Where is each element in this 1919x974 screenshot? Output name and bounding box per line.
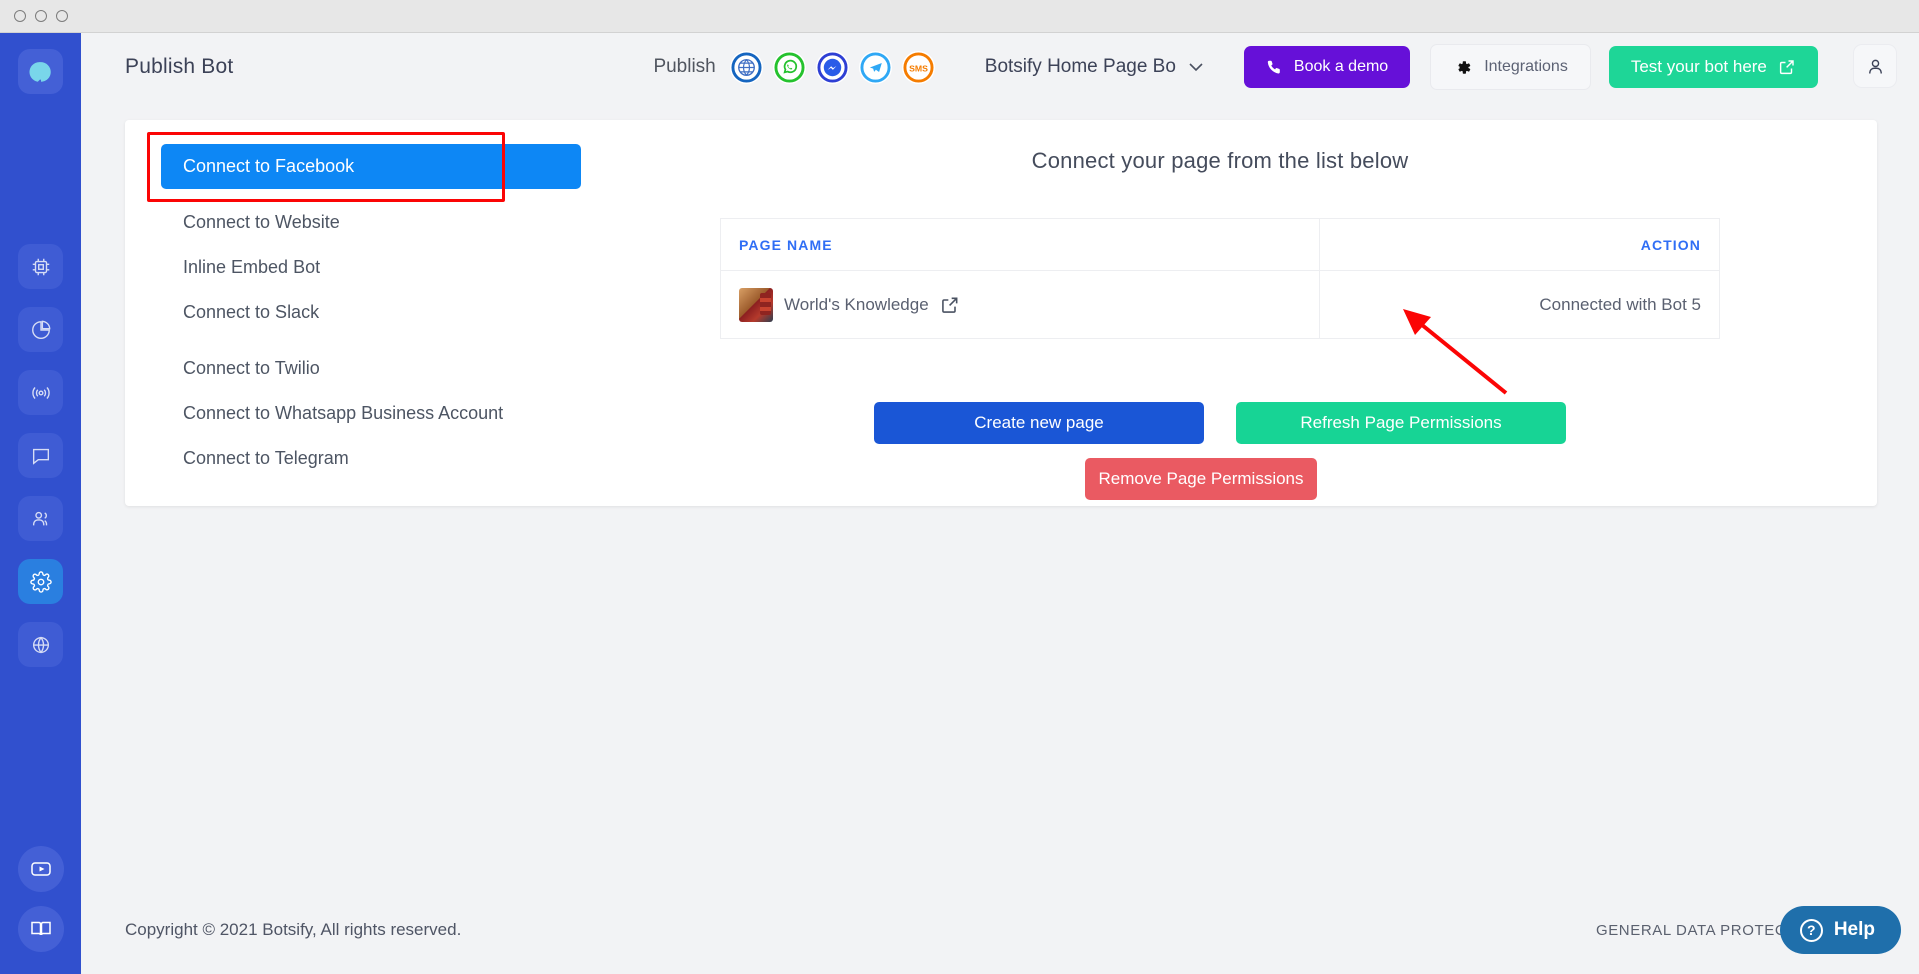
- test-bot-label: Test your bot here: [1630, 57, 1767, 76]
- web-channel-icon[interactable]: [729, 50, 763, 84]
- table-header-row: PAGE NAME ACTION: [719, 218, 1720, 271]
- menu-item-label: Inline Embed Bot: [183, 257, 321, 277]
- chevron-down-icon: [1188, 60, 1204, 75]
- table-row: World's Knowledge Connected with Bot 5: [719, 270, 1720, 339]
- window-close-button[interactable]: [14, 10, 26, 22]
- sidebar-bottom-group: [0, 846, 81, 952]
- menu-item-label: Connect to Telegram: [183, 448, 349, 468]
- chat-bubble-icon: [32, 448, 49, 465]
- book-icon: [30, 921, 51, 936]
- create-new-page-button[interactable]: Create new page: [874, 402, 1204, 444]
- menu-item-connect-to-twilio[interactable]: Connect to Twilio: [161, 346, 581, 391]
- bot-selector-dropdown[interactable]: Botsify Home Page Bo: [985, 56, 1204, 78]
- sidebar-item-users[interactable]: [18, 496, 63, 541]
- table-body: World's Knowledge Connected with Bot 5: [719, 270, 1720, 339]
- help-label: Help: [1833, 919, 1875, 940]
- window-minimize-button[interactable]: [35, 10, 47, 22]
- sms-channel-icon[interactable]: SMS: [901, 50, 935, 84]
- avatar: [739, 287, 773, 322]
- integrations-label: Integrations: [1484, 58, 1568, 75]
- external-link-icon[interactable]: [940, 295, 960, 315]
- footer: Copyright © 2021 Botsify, All rights res…: [81, 886, 1919, 974]
- integrations-button[interactable]: Integrations: [1430, 44, 1591, 90]
- menu-item-connect-to-website[interactable]: Connect to Website: [161, 200, 581, 245]
- menu-item-label: Connect to Whatsapp Business Account: [183, 403, 504, 423]
- chat-drop-logo-icon: [28, 61, 51, 82]
- cell-page-name: World's Knowledge: [719, 270, 1321, 339]
- panel-heading: Connect your page from the list below: [1031, 148, 1409, 173]
- external-link-icon: [1779, 60, 1794, 75]
- test-bot-button[interactable]: Test your bot here: [1608, 46, 1818, 88]
- copyright-text: Copyright © 2021 Botsify, All rights res…: [125, 920, 462, 939]
- channel-menu: Connect to Facebook Connect to Website I…: [147, 132, 581, 481]
- menu-item-connect-to-telegram[interactable]: Connect to Telegram: [161, 436, 581, 481]
- sidebar-item-translations[interactable]: [18, 622, 63, 667]
- gear-icon: [1458, 60, 1471, 74]
- app-logo[interactable]: [18, 49, 63, 94]
- phone-icon: [1267, 60, 1280, 73]
- globe-icon: [32, 636, 49, 653]
- broadcast-icon: [31, 386, 50, 399]
- user-icon: [1868, 59, 1882, 73]
- main-content-area: Connect to Facebook Connect to Website I…: [81, 101, 1919, 974]
- sidebar-item-docs[interactable]: [17, 906, 64, 952]
- pie-chart-icon: [31, 320, 50, 339]
- sidebar-item-bot-builder[interactable]: [18, 244, 63, 289]
- cell-action: Connected with Bot 5: [1319, 270, 1720, 339]
- book-demo-label: Book a demo: [1293, 58, 1389, 75]
- table-header: PAGE NAME ACTION: [719, 218, 1720, 271]
- messenger-channel-icon[interactable]: [815, 50, 849, 84]
- menu-item-connect-to-slack[interactable]: Connect to Slack: [161, 290, 581, 335]
- users-icon: [32, 511, 47, 525]
- book-demo-button[interactable]: Book a demo: [1243, 46, 1411, 88]
- profile-button[interactable]: [1853, 44, 1897, 88]
- window-controls: [14, 10, 68, 22]
- video-play-icon: [30, 862, 51, 876]
- sidebar-item-analytics[interactable]: [18, 307, 63, 352]
- sidebar-item-broadcast[interactable]: [18, 370, 63, 415]
- remove-page-permissions-button[interactable]: Remove Page Permissions: [1085, 458, 1317, 500]
- publish-channels-group: Publish SMS: [653, 50, 935, 84]
- sidebar-item-settings[interactable]: [18, 559, 63, 604]
- page-name-label: World's Knowledge: [784, 294, 929, 314]
- refresh-page-permissions-button[interactable]: Refresh Page Permissions: [1236, 402, 1566, 444]
- menu-item-label: Connect to Facebook: [183, 156, 355, 176]
- menu-item-label: Connect to Website: [183, 212, 340, 232]
- menu-item-connect-to-facebook[interactable]: Connect to Facebook: [147, 132, 581, 202]
- pages-table: PAGE NAME ACTION World's Knowledge Conne…: [719, 218, 1720, 339]
- menu-item-connect-to-whatsapp-business-account[interactable]: Connect to Whatsapp Business Account: [161, 391, 581, 436]
- publish-label: Publish: [653, 56, 716, 77]
- menu-item-inline-embed-bot[interactable]: Inline Embed Bot: [161, 245, 581, 290]
- help-button[interactable]: ? Help: [1779, 906, 1901, 954]
- top-header-bar: Publish Bot Publish SMS Botsify Home Pag…: [81, 33, 1919, 101]
- menu-item-label: Connect to Twilio: [183, 358, 320, 378]
- window-titlebar: [0, 0, 1919, 33]
- page-title: Publish Bot: [125, 55, 234, 78]
- window-maximize-button[interactable]: [56, 10, 68, 22]
- telegram-channel-icon[interactable]: [858, 50, 892, 84]
- sidebar-item-tutorials[interactable]: [17, 846, 64, 892]
- page-action-buttons: Create new page Refresh Page Permissions: [595, 402, 1845, 444]
- question-circle-icon: ?: [1799, 918, 1823, 942]
- page-name-group: World's Knowledge: [739, 287, 1301, 322]
- pages-panel: Connect your page from the list below PA…: [595, 148, 1845, 339]
- gear-icon: [29, 570, 52, 593]
- sidebar-item-livechat[interactable]: [18, 433, 63, 478]
- whatsapp-channel-icon[interactable]: [772, 50, 806, 84]
- column-header-action: ACTION: [1319, 218, 1720, 271]
- column-header-page-name: PAGE NAME: [719, 218, 1321, 271]
- bot-selector-value: Botsify Home Page Bo: [984, 56, 1176, 77]
- cpu-chip-icon: [32, 258, 49, 275]
- left-sidebar: [0, 33, 81, 974]
- publish-card: Connect to Facebook Connect to Website I…: [125, 120, 1877, 506]
- menu-item-label: Connect to Slack: [183, 302, 320, 322]
- svg-text:SMS: SMS: [909, 63, 928, 73]
